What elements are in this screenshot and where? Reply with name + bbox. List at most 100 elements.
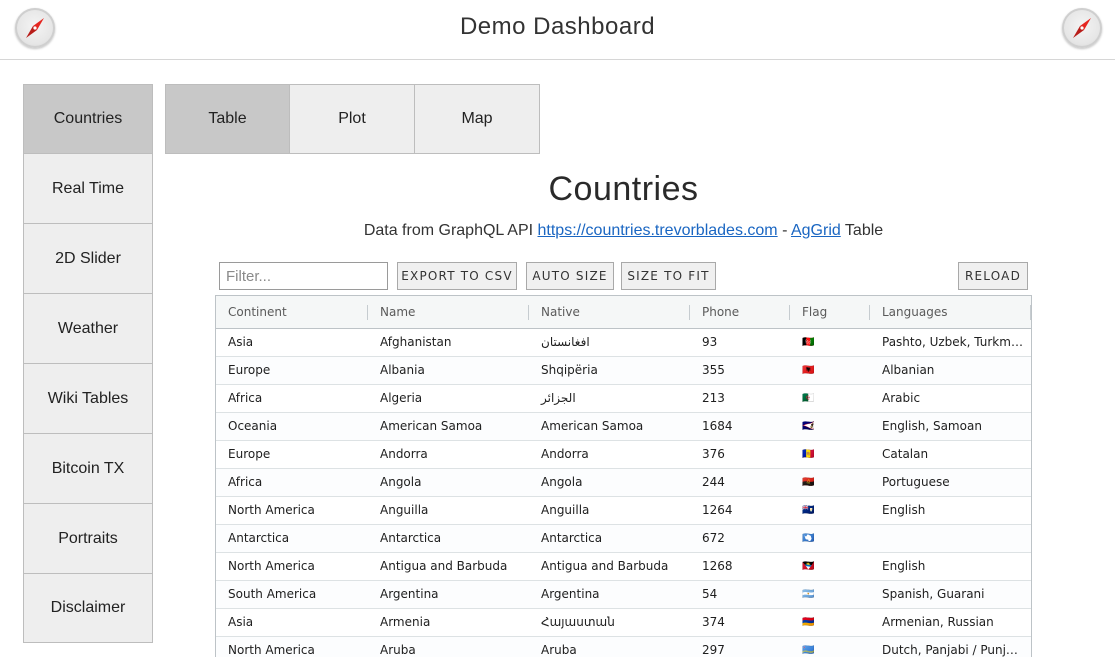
cell-languages[interactable] — [870, 525, 1031, 552]
tab-map[interactable]: Map — [415, 84, 540, 154]
cell-flag[interactable]: 🇦🇴 — [790, 469, 870, 496]
cell-continent[interactable]: Africa — [216, 469, 368, 496]
cell-continent[interactable]: Europe — [216, 357, 368, 384]
cell-flag[interactable]: 🇦🇷 — [790, 581, 870, 608]
cell-languages[interactable]: English — [870, 553, 1031, 580]
table-row[interactable]: Asia Afghanistan افغانستان 93 🇦🇫 Pashto,… — [216, 329, 1031, 357]
cell-phone[interactable]: 1684 — [690, 413, 790, 440]
table-row[interactable]: Antarctica Antarctica Antarctica 672 🇦🇶 — [216, 525, 1031, 553]
cell-flag[interactable]: 🇦🇩 — [790, 441, 870, 468]
cell-name[interactable]: Algeria — [368, 385, 529, 412]
cell-continent[interactable]: North America — [216, 497, 368, 524]
cell-name[interactable]: Andorra — [368, 441, 529, 468]
cell-phone[interactable]: 297 — [690, 637, 790, 657]
cell-flag[interactable]: 🇦🇮 — [790, 497, 870, 524]
tab-table[interactable]: Table — [165, 84, 290, 154]
cell-phone[interactable]: 93 — [690, 329, 790, 356]
cell-flag[interactable]: 🇦🇲 — [790, 609, 870, 636]
cell-languages[interactable]: Dutch, Panjabi / Punjabi — [870, 637, 1031, 657]
column-header-flag[interactable]: Flag — [790, 296, 870, 329]
cell-languages[interactable]: Pashto, Uzbek, Turkmen — [870, 329, 1031, 356]
column-resize-handle[interactable] — [1030, 305, 1031, 320]
cell-native[interactable]: Հայաստան — [529, 609, 690, 636]
column-header-continent[interactable]: Continent — [216, 296, 368, 329]
cell-languages[interactable]: Spanish, Guarani — [870, 581, 1031, 608]
filter-input[interactable] — [219, 262, 388, 290]
cell-flag[interactable]: 🇦🇶 — [790, 525, 870, 552]
cell-languages[interactable]: English, Samoan — [870, 413, 1031, 440]
table-row[interactable]: Asia Armenia Հայաստան 374 🇦🇲 Armenian, R… — [216, 609, 1031, 637]
cell-phone[interactable]: 374 — [690, 609, 790, 636]
cell-continent[interactable]: North America — [216, 553, 368, 580]
cell-flag[interactable]: 🇦🇫 — [790, 329, 870, 356]
cell-flag[interactable]: 🇦🇱 — [790, 357, 870, 384]
cell-phone[interactable]: 213 — [690, 385, 790, 412]
table-row[interactable]: Africa Algeria الجزائر 213 🇩🇿 Arabic — [216, 385, 1031, 413]
cell-languages[interactable]: English — [870, 497, 1031, 524]
cell-name[interactable]: American Samoa — [368, 413, 529, 440]
cell-languages[interactable]: Armenian, Russian — [870, 609, 1031, 636]
cell-native[interactable]: Argentina — [529, 581, 690, 608]
cell-languages[interactable]: Portuguese — [870, 469, 1031, 496]
sidebar-item-2d-slider[interactable]: 2D Slider — [23, 224, 153, 294]
table-row[interactable]: Africa Angola Angola 244 🇦🇴 Portuguese — [216, 469, 1031, 497]
cell-native[interactable]: American Samoa — [529, 413, 690, 440]
cell-flag[interactable]: 🇦🇬 — [790, 553, 870, 580]
export-csv-button[interactable]: Export to CSV — [397, 262, 517, 290]
cell-continent[interactable]: Asia — [216, 329, 368, 356]
cell-name[interactable]: Angola — [368, 469, 529, 496]
table-row[interactable]: North America Aruba Aruba 297 🇦🇼 Dutch, … — [216, 637, 1031, 657]
sidebar-item-weather[interactable]: Weather — [23, 294, 153, 364]
compass-icon[interactable] — [1062, 8, 1102, 48]
cell-native[interactable]: Shqipëria — [529, 357, 690, 384]
cell-native[interactable]: Aruba — [529, 637, 690, 657]
cell-phone[interactable]: 1268 — [690, 553, 790, 580]
cell-languages[interactable]: Catalan — [870, 441, 1031, 468]
cell-flag[interactable]: 🇦🇼 — [790, 637, 870, 657]
sidebar-item-bitcoin-tx[interactable]: Bitcoin TX — [23, 434, 153, 504]
cell-languages[interactable]: Arabic — [870, 385, 1031, 412]
cell-phone[interactable]: 1264 — [690, 497, 790, 524]
aggrid-link[interactable]: AgGrid — [791, 222, 841, 239]
api-link[interactable]: https://countries.trevorblades.com — [538, 222, 778, 239]
cell-native[interactable]: Antarctica — [529, 525, 690, 552]
table-row[interactable]: Oceania American Samoa American Samoa 16… — [216, 413, 1031, 441]
table-row[interactable]: South America Argentina Argentina 54 🇦🇷 … — [216, 581, 1031, 609]
cell-native[interactable]: Andorra — [529, 441, 690, 468]
table-row[interactable]: North America Antigua and Barbuda Antigu… — [216, 553, 1031, 581]
cell-native[interactable]: افغانستان — [529, 329, 690, 356]
cell-continent[interactable]: South America — [216, 581, 368, 608]
cell-continent[interactable]: Africa — [216, 385, 368, 412]
cell-phone[interactable]: 244 — [690, 469, 790, 496]
sidebar-item-wiki-tables[interactable]: Wiki Tables — [23, 364, 153, 434]
cell-name[interactable]: Afghanistan — [368, 329, 529, 356]
cell-name[interactable]: Aruba — [368, 637, 529, 657]
cell-continent[interactable]: Antarctica — [216, 525, 368, 552]
column-header-languages[interactable]: Languages — [870, 296, 1031, 329]
cell-name[interactable]: Anguilla — [368, 497, 529, 524]
column-header-phone[interactable]: Phone — [690, 296, 790, 329]
sidebar-item-real-time[interactable]: Real Time — [23, 154, 153, 224]
cell-phone[interactable]: 672 — [690, 525, 790, 552]
cell-name[interactable]: Armenia — [368, 609, 529, 636]
table-row[interactable]: Europe Albania Shqipëria 355 🇦🇱 Albanian — [216, 357, 1031, 385]
column-header-native[interactable]: Native — [529, 296, 690, 329]
cell-continent[interactable]: Oceania — [216, 413, 368, 440]
cell-flag[interactable]: 🇩🇿 — [790, 385, 870, 412]
cell-continent[interactable]: Asia — [216, 609, 368, 636]
table-row[interactable]: Europe Andorra Andorra 376 🇦🇩 Catalan — [216, 441, 1031, 469]
cell-languages[interactable]: Albanian — [870, 357, 1031, 384]
cell-native[interactable]: Angola — [529, 469, 690, 496]
cell-native[interactable]: Anguilla — [529, 497, 690, 524]
cell-phone[interactable]: 54 — [690, 581, 790, 608]
cell-name[interactable]: Antigua and Barbuda — [368, 553, 529, 580]
size-to-fit-button[interactable]: Size to Fit — [621, 262, 716, 290]
cell-continent[interactable]: Europe — [216, 441, 368, 468]
cell-name[interactable]: Albania — [368, 357, 529, 384]
reload-button[interactable]: Reload — [958, 262, 1028, 290]
table-row[interactable]: North America Anguilla Anguilla 1264 🇦🇮 … — [216, 497, 1031, 525]
column-header-name[interactable]: Name — [368, 296, 529, 329]
cell-native[interactable]: الجزائر — [529, 385, 690, 412]
auto-size-button[interactable]: Auto Size — [526, 262, 614, 290]
cell-flag[interactable]: 🇦🇸 — [790, 413, 870, 440]
